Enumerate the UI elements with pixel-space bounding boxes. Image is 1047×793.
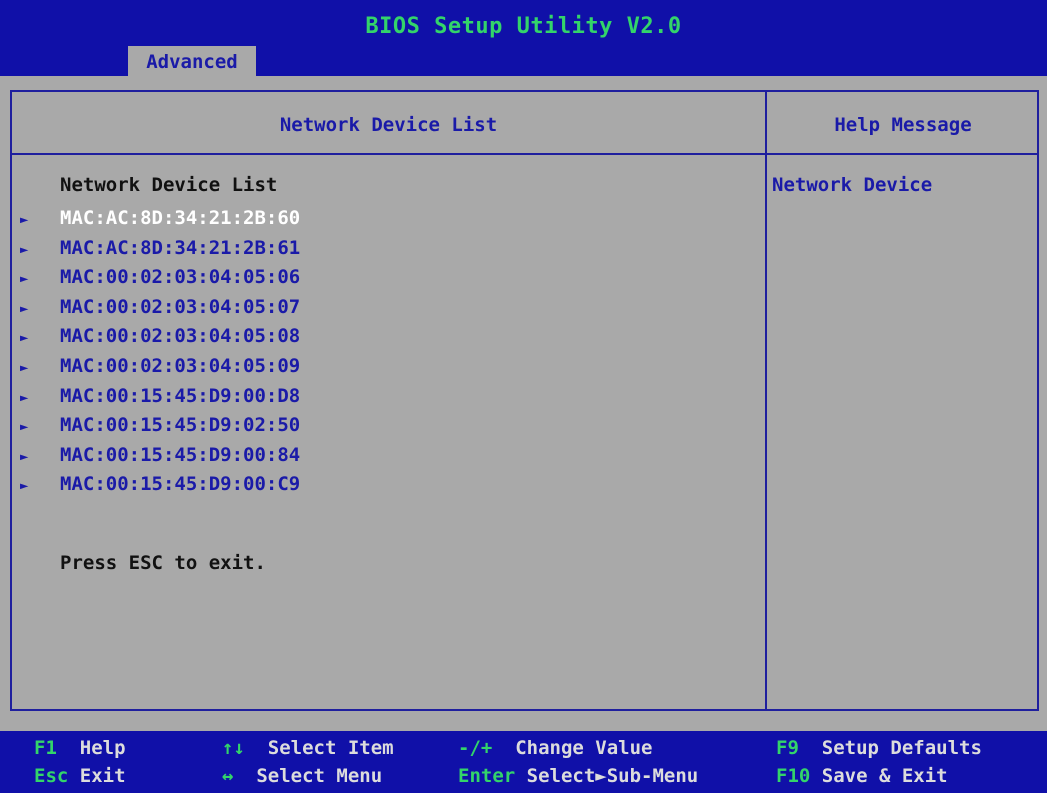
key-f9: F9 bbox=[776, 737, 799, 759]
submenu-arrow-icon: ► bbox=[20, 271, 29, 288]
help-message-text: Network Device bbox=[772, 174, 933, 196]
hint-exit: Esc Exit bbox=[34, 765, 126, 787]
key-esc: Esc bbox=[34, 765, 69, 787]
hint-select-menu: ↔ Select Menu bbox=[222, 765, 382, 787]
hint-desc: Setup Defaults bbox=[821, 737, 982, 759]
hint-desc: Save & Exit bbox=[821, 765, 948, 787]
device-mac-label: MAC:00:15:45:D9:00:C9 bbox=[60, 473, 301, 496]
left-right-arrows-icon: ↔ bbox=[222, 765, 234, 787]
up-down-arrows-icon: ↑↓ bbox=[222, 737, 245, 759]
key-f10: F10 bbox=[776, 765, 811, 787]
submenu-arrow-icon: ► bbox=[20, 448, 29, 465]
key-f1: F1 bbox=[34, 737, 57, 759]
exit-instruction: Press ESC to exit. bbox=[60, 552, 266, 574]
title-bar: BIOS Setup Utility V2.0 Advanced bbox=[0, 0, 1047, 76]
device-mac-label: MAC:00:02:03:04:05:08 bbox=[60, 325, 301, 348]
submenu-arrow-icon: ► bbox=[20, 478, 29, 495]
hint-sub-menu: Enter Select►Sub-Menu bbox=[458, 765, 698, 787]
hint-help: F1 Help bbox=[34, 737, 126, 759]
device-mac-label: MAC:AC:8D:34:21:2B:60 bbox=[60, 207, 301, 229]
main-frame: Network Device List Help Message Network… bbox=[0, 76, 1047, 721]
network-device-item[interactable]: ► MAC:00:15:45:D9:02:50 bbox=[20, 411, 300, 441]
hint-desc: Exit bbox=[79, 765, 126, 787]
hint-change-value: -/+ Change Value bbox=[458, 737, 653, 759]
left-panel-title: Network Device List bbox=[279, 114, 498, 136]
device-mac-label: MAC:00:15:45:D9:00:D8 bbox=[60, 384, 301, 407]
network-device-item[interactable]: ► MAC:00:02:03:04:05:06 bbox=[20, 263, 300, 293]
device-mac-label: MAC:00:02:03:04:05:09 bbox=[60, 354, 301, 377]
network-device-item[interactable]: ► MAC:00:15:45:D9:00:84 bbox=[20, 441, 300, 471]
network-device-item[interactable]: ► MAC:00:02:03:04:05:08 bbox=[20, 322, 300, 352]
list-heading: Network Device List bbox=[60, 174, 278, 196]
submenu-arrow-icon: ► bbox=[20, 419, 29, 436]
submenu-arrow-icon: ► bbox=[20, 241, 29, 258]
network-device-item[interactable]: ► MAC:00:02:03:04:05:09 bbox=[20, 352, 300, 382]
device-mac-label: MAC:00:15:45:D9:00:84 bbox=[60, 443, 301, 466]
device-mac-label: MAC:00:02:03:04:05:06 bbox=[60, 266, 301, 289]
network-device-item[interactable]: ► MAC:00:15:45:D9:00:D8 bbox=[20, 382, 300, 412]
panel-divider bbox=[765, 90, 767, 711]
key-enter: Enter bbox=[458, 765, 516, 787]
submenu-arrow-icon: ► bbox=[20, 212, 29, 228]
device-mac-label: MAC:00:02:03:04:05:07 bbox=[60, 295, 301, 318]
tab-advanced[interactable]: Advanced bbox=[128, 46, 256, 76]
hint-desc: Select Item bbox=[267, 737, 394, 759]
key-minus-plus: -/+ bbox=[458, 737, 493, 759]
app-title: BIOS Setup Utility V2.0 bbox=[365, 14, 682, 39]
key-help-bar: F1 Help ↑↓ Select Item -/+ Change Value … bbox=[0, 731, 1047, 793]
header-divider bbox=[10, 153, 1039, 155]
submenu-arrow-icon: ► bbox=[20, 359, 29, 376]
network-device-list: ► MAC:AC:8D:34:21:2B:60 ► MAC:AC:8D:34:21:… bbox=[20, 204, 300, 500]
hint-desc: Select►Sub-Menu bbox=[526, 765, 699, 787]
submenu-arrow-icon: ► bbox=[20, 330, 29, 347]
hint-select-item: ↑↓ Select Item bbox=[222, 737, 394, 759]
submenu-arrow-icon: ► bbox=[20, 389, 29, 406]
network-device-item[interactable]: ► MAC:AC:8D:34:21:2B:61 bbox=[20, 234, 300, 264]
submenu-arrow-icon: ► bbox=[20, 300, 29, 317]
network-device-item[interactable]: ► MAC:AC:8D:34:21:2B:60 bbox=[20, 204, 300, 234]
hint-setup-defaults: F9 Setup Defaults bbox=[776, 737, 982, 759]
hint-desc: Help bbox=[79, 737, 126, 759]
help-panel-title: Help Message bbox=[834, 114, 972, 136]
hint-desc: Change Value bbox=[515, 737, 653, 759]
network-device-item[interactable]: ► MAC:00:15:45:D9:00:C9 bbox=[20, 470, 300, 500]
device-mac-label: MAC:AC:8D:34:21:2B:61 bbox=[60, 236, 301, 259]
hint-desc: Select Menu bbox=[256, 765, 383, 787]
hint-save-exit: F10 Save & Exit bbox=[776, 765, 948, 787]
network-device-item[interactable]: ► MAC:00:02:03:04:05:07 bbox=[20, 293, 300, 323]
device-mac-label: MAC:00:15:45:D9:02:50 bbox=[60, 414, 301, 437]
